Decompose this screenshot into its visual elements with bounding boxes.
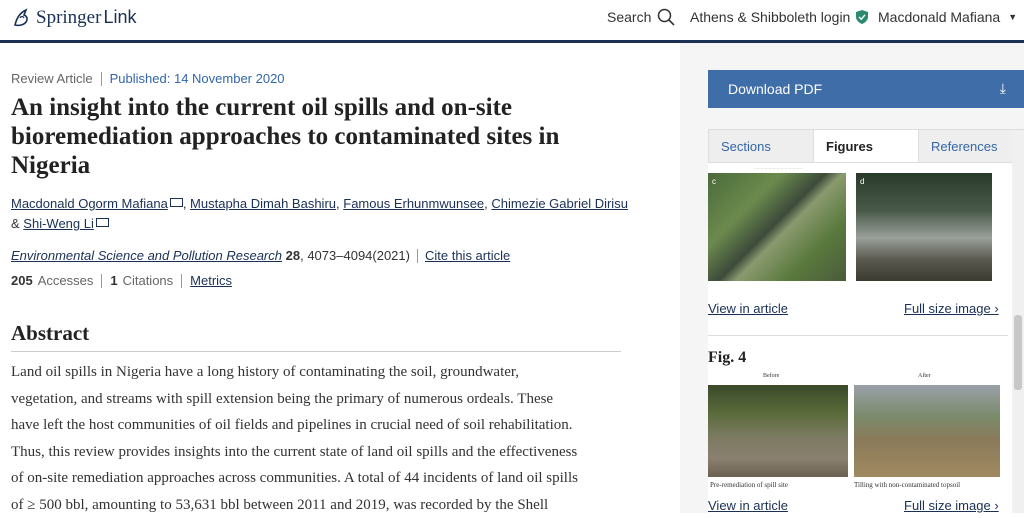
mail-icon[interactable] <box>96 218 109 227</box>
abstract-line: Land oil spills in Nigeria have a long h… <box>11 359 631 386</box>
article-main: Review Article Published: 14 November 20… <box>0 43 660 513</box>
abstract-heading: Abstract <box>11 321 89 346</box>
accesses-count: 205 <box>11 273 33 288</box>
sidebar-scrollbar-thumb[interactable] <box>1014 315 1022 390</box>
author-list: Macdonald Ogorm Mafiana, Mustapha Dimah … <box>11 194 631 234</box>
article-title: An insight into the current oil spills a… <box>11 93 631 180</box>
sidebar-tabs: Sections Figures References <box>708 129 1024 163</box>
download-pdf-button[interactable]: Download PDF ⤓ <box>708 70 1024 108</box>
abstract-text: Land oil spills in Nigeria have a long h… <box>11 359 631 518</box>
before-label: Before <box>763 373 779 379</box>
article-meta: Review Article Published: 14 November 20… <box>11 71 285 86</box>
search-label: Search <box>607 9 651 25</box>
journal-info: Environmental Science and Pollution Rese… <box>11 248 510 263</box>
top-bar: SpringerLink Search Athens & Shibboleth … <box>0 0 1024 43</box>
mail-icon[interactable] <box>170 198 183 207</box>
author-link[interactable]: Macdonald Ogorm Mafiana <box>11 196 168 211</box>
figure-3d-thumbnail[interactable]: d <box>856 173 992 281</box>
search-link[interactable]: Search <box>607 0 675 34</box>
user-menu[interactable]: Macdonald Mafiana ▼ <box>878 0 1017 34</box>
login-label: Athens & Shibboleth login <box>690 9 850 25</box>
divider <box>417 249 418 263</box>
view-in-article-link[interactable]: View in article <box>708 498 788 513</box>
abstract-line: have left the host communities of oil fi… <box>11 412 631 439</box>
figures-panel: ……………………………… c d View in article Full si… <box>708 163 1024 513</box>
tab-references[interactable]: References <box>919 130 1023 162</box>
user-name: Macdonald Mafiana <box>878 9 1000 25</box>
abstract-line: of on-site remediation approaches across… <box>11 465 631 492</box>
logo-text: SpringerLink <box>36 7 136 29</box>
divider <box>101 274 102 288</box>
before-caption: Pre-remediation of spill site <box>710 481 788 489</box>
journal-link[interactable]: Environmental Science and Pollution Rese… <box>11 248 282 263</box>
cite-article-link[interactable]: Cite this article <box>425 248 510 263</box>
abstract-line: Thus, this review provides insights into… <box>11 439 631 466</box>
figure-divider <box>708 335 1008 336</box>
article-metrics: 205 Accesses 1 Citations Metrics <box>11 273 232 288</box>
springerlink-logo[interactable]: SpringerLink <box>11 4 136 32</box>
article-sidebar: Download PDF ⤓ Sections Figures Referenc… <box>680 43 1024 513</box>
author-link[interactable]: Chimezie Gabriel Dirisu <box>491 196 628 211</box>
download-arrow-icon: ⤓ <box>1000 80 1006 97</box>
published-date: Published: 14 November 2020 <box>110 71 285 86</box>
divider <box>181 274 182 288</box>
article-type: Review Article <box>11 71 93 86</box>
author-link[interactable]: Shi-Weng Li <box>23 216 94 231</box>
figure-4-before-thumbnail[interactable] <box>708 385 848 477</box>
after-label: After <box>918 373 931 379</box>
journal-pages: 4073–4094(2021) <box>307 248 410 263</box>
search-icon <box>657 8 675 26</box>
abstract-rule <box>11 351 621 352</box>
springer-horse-icon <box>11 7 33 29</box>
accesses-label: Accesses <box>38 273 94 288</box>
figure-caption-text: ……………………………… <box>708 165 848 170</box>
citations-count: 1 <box>110 273 117 288</box>
tab-sections[interactable]: Sections <box>709 130 814 162</box>
caret-down-icon: ▼ <box>1008 12 1017 22</box>
author-link[interactable]: Mustapha Dimah Bashiru <box>190 196 336 211</box>
full-size-image-link[interactable]: Full size image › <box>904 301 999 316</box>
figure-4-after-thumbnail[interactable] <box>854 385 1000 477</box>
tab-figures[interactable]: Figures <box>814 130 919 162</box>
figure-4-title: Fig. 4 <box>708 349 746 367</box>
author-link[interactable]: Famous Erhunmwunsee <box>343 196 484 211</box>
citations-label: Citations <box>123 273 174 288</box>
panel-label: c <box>712 177 716 186</box>
metrics-link[interactable]: Metrics <box>190 273 232 288</box>
full-size-image-link[interactable]: Full size image › <box>904 498 999 513</box>
divider <box>101 72 102 86</box>
athens-login-link[interactable]: Athens & Shibboleth login <box>690 0 868 34</box>
view-in-article-link[interactable]: View in article <box>708 301 788 316</box>
figure-3c-thumbnail[interactable]: c <box>708 173 846 281</box>
download-label: Download PDF <box>728 81 822 97</box>
abstract-line: vegetation, and streams with spill exten… <box>11 386 631 413</box>
journal-volume: 28 <box>286 248 300 263</box>
abstract-line: of ≥ 500 bbl, amounting to 53,631 bbl be… <box>11 492 631 518</box>
after-caption: Tilling with non-contaminated topsoil <box>854 481 960 489</box>
shield-check-icon <box>856 10 868 24</box>
panel-label: d <box>860 177 864 186</box>
author-conjunction: & <box>11 216 20 231</box>
